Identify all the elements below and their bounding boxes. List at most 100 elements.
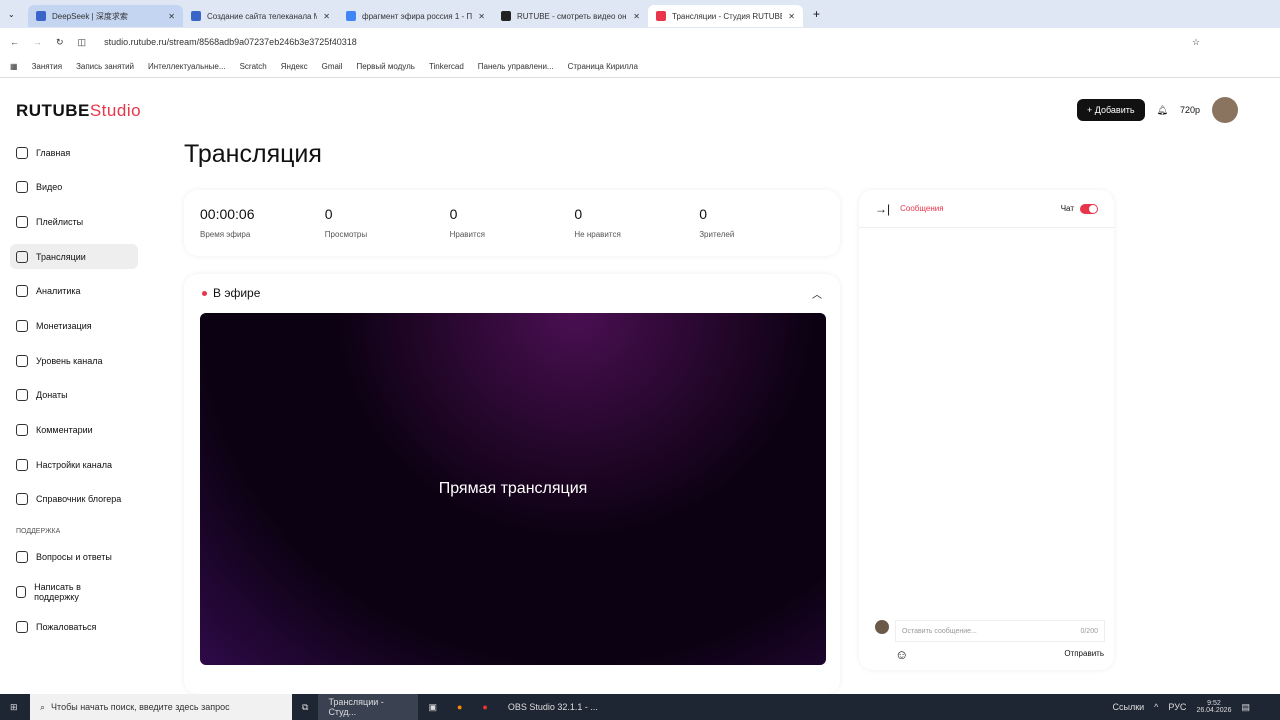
stat-airtime: 00:00:06 Время эфира <box>200 206 255 239</box>
url-input[interactable]: studio.rutube.ru/stream/8568adb9a07237eb… <box>104 37 357 47</box>
sidebar-item-home[interactable]: Главная <box>10 140 138 165</box>
bookmark[interactable]: Первый модуль <box>356 62 414 71</box>
close-icon[interactable]: ✕ <box>478 12 485 21</box>
new-tab-button[interactable]: + <box>813 7 820 21</box>
mail-icon <box>16 586 27 599</box>
studio-icon <box>656 11 666 21</box>
address-bar: ← → ↻ ◫ studio.rutube.ru/stream/8568adb9a07… <box>0 28 1280 56</box>
firefox-icon[interactable]: ● <box>447 702 472 712</box>
browser-tab[interactable]: фрагмент эфира россия 1 - П ✕ <box>338 5 493 27</box>
avatar[interactable] <box>1212 97 1239 123</box>
live-card: В эфире ︿ Прямая трансляция <box>184 274 840 694</box>
bookmark[interactable]: Gmail <box>322 62 343 71</box>
forward-icon[interactable]: → <box>33 37 42 47</box>
sidebar-item-donations[interactable]: Донаты <box>10 383 138 408</box>
bookmark[interactable]: Страница Кирилла <box>568 62 638 71</box>
bookmark[interactable]: Scratch <box>240 62 267 71</box>
sidebar-item-monetization[interactable]: Монетизация <box>10 313 138 338</box>
bell-icon[interactable]: 🔔︎ <box>1157 105 1168 116</box>
sidebar-item-analytics[interactable]: Аналитика <box>10 279 138 304</box>
sidepanel-icon[interactable]: ◫ <box>78 37 87 48</box>
page-title: Трансляция <box>184 140 322 168</box>
chevron-up-icon[interactable]: ^ <box>1154 702 1158 712</box>
bookmark[interactable]: Панель управлени... <box>478 62 554 71</box>
close-icon[interactable]: ✕ <box>788 12 795 21</box>
chat-toggle[interactable] <box>1080 203 1098 214</box>
browser-tab[interactable]: RUTUBE - смотреть видео он ✕ <box>493 5 648 27</box>
clock[interactable]: 9:52 26.04.2026 <box>1196 700 1231 714</box>
bookmark[interactable]: Интеллектуальные... <box>148 62 226 71</box>
sidebar-item-video[interactable]: Видео <box>10 175 138 200</box>
stat-likes: 0 Нравится <box>449 206 485 239</box>
video-player[interactable]: Прямая трансляция <box>200 313 826 665</box>
sidebar-item-streams[interactable]: Трансляции <box>10 244 138 270</box>
deepseek-icon <box>191 11 201 21</box>
coin-icon <box>16 319 28 332</box>
taskbar-app-obs[interactable]: OBS Studio 32.1.1 - ... <box>498 702 608 712</box>
star-icon[interactable]: ☆ <box>1192 37 1200 48</box>
avatar <box>875 620 889 634</box>
back-icon[interactable]: ← <box>10 37 19 47</box>
search-icon: ⌕ <box>40 701 46 712</box>
donate-icon <box>16 389 28 402</box>
taskbar-search[interactable]: ⌕ Чтобы начать поиск, введите здесь запро… <box>30 694 292 720</box>
bookmark[interactable]: Занятия <box>32 62 63 71</box>
taskbar: ⊞ ⌕ Чтобы начать поиск, введите здесь зап… <box>0 694 1280 720</box>
tab-search-button[interactable]: ⌄ <box>8 10 28 19</box>
broadcast-icon <box>16 250 28 263</box>
close-icon[interactable]: ✕ <box>633 12 640 21</box>
google-icon <box>346 11 356 21</box>
send-button[interactable]: Отправить <box>1064 649 1104 658</box>
close-icon[interactable]: ✕ <box>323 12 330 21</box>
task-view-icon[interactable]: ⧉ <box>292 702 318 713</box>
browser-tab[interactable]: DeepSeek | 深度求索 ✕ <box>28 5 183 27</box>
sidebar-item-handbook[interactable]: Справочник блогера <box>10 487 138 512</box>
deepseek-icon <box>36 11 46 21</box>
sidebar-item-level[interactable]: Уровень канала <box>10 348 138 373</box>
reload-icon[interactable]: ↻ <box>56 37 64 48</box>
notification-icon[interactable]: ▤ <box>1241 702 1250 713</box>
tab-strip: ⌄ DeepSeek | 深度求索 ✕ Создание сайта телека… <box>0 0 1280 28</box>
chart-icon <box>16 285 28 298</box>
live-dot-icon <box>202 290 207 296</box>
gear-icon <box>16 458 28 471</box>
tab-messages[interactable]: Сообщения <box>900 204 1061 213</box>
collapse-icon[interactable]: →| <box>875 202 890 216</box>
close-icon[interactable]: ✕ <box>168 12 175 21</box>
playlist-icon <box>16 215 28 228</box>
terminal-icon[interactable]: ▣ <box>418 702 447 713</box>
sidebar-item-playlists[interactable]: Плейлисты <box>10 209 138 234</box>
stat-views: 0 Просмотры <box>324 206 368 239</box>
bookmark[interactable]: Запись занятий <box>76 62 134 71</box>
sidebar-item-write-support[interactable]: Написать в поддержку <box>10 580 110 605</box>
bookmark[interactable]: Яндекс <box>281 62 308 71</box>
level-icon <box>16 354 28 367</box>
chevron-up-icon[interactable]: ︿ <box>812 286 822 301</box>
bookmark[interactable]: Tinkercad <box>429 62 464 71</box>
stat-dislikes: 0 Не нравится <box>574 206 621 239</box>
char-counter: 0/200 <box>1080 627 1098 635</box>
windows-start-icon[interactable]: ⊞ <box>10 702 18 713</box>
bookmarks-bar: ▦ Занятия Запись занятий Интеллектуальны… <box>0 56 1280 78</box>
live-label: В эфире <box>213 286 261 300</box>
taskbar-app-chrome[interactable]: Трансляции - Студ... <box>318 694 419 720</box>
sidebar-item-settings[interactable]: Настройки канала <box>10 452 138 477</box>
sidebar-item-faq[interactable]: Вопросы и ответы <box>10 545 138 570</box>
home-icon <box>16 146 28 159</box>
browser-tab-active[interactable]: Трансляции - Студия RUTUBE ✕ <box>648 5 803 27</box>
sidebar-item-report[interactable]: Пожаловаться <box>10 614 138 639</box>
browser-tab[interactable]: Создание сайта телеканала М ✕ <box>183 5 338 27</box>
support-heading: ПОДДЕРЖКА <box>16 527 61 535</box>
flag-icon <box>16 620 28 633</box>
message-input[interactable]: Оставить сообщение... 0/200 <box>895 620 1105 642</box>
sidebar-item-comments[interactable]: Комментарии <box>10 418 138 443</box>
rutube-studio-logo[interactable]: RUTUBEStudio <box>16 101 141 121</box>
yandex-icon[interactable]: ● <box>472 702 497 712</box>
apps-icon[interactable]: ▦ <box>10 62 18 71</box>
add-button[interactable]: + Добавить <box>1077 99 1145 121</box>
question-icon <box>16 551 28 564</box>
comment-icon <box>16 424 28 436</box>
emoji-icon[interactable]: ☺ <box>895 647 908 662</box>
chat-panel: →| Сообщения Чат Оставить сообщение... 0/20… <box>859 190 1114 670</box>
quality-label[interactable]: 720p <box>1180 105 1200 115</box>
